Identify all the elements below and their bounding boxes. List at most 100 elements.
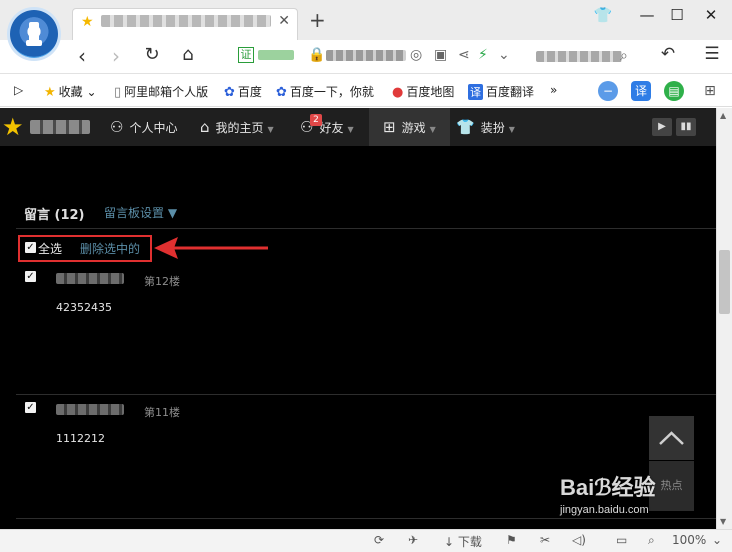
screen-icon[interactable]: ▭ xyxy=(616,533,627,547)
scroll-up-arrow-icon[interactable]: ▲ xyxy=(720,111,726,120)
nav-dress-up[interactable]: 👕 装扮 ▼ xyxy=(456,108,515,146)
tab-title: ■ ■■■ ■■■ ■■■■ ■■■■■ ■■■ xyxy=(101,15,271,27)
bookmark-label: 百度翻译 xyxy=(486,85,535,99)
divider xyxy=(16,518,716,519)
close-window-button[interactable]: ✕ xyxy=(700,6,722,24)
new-tab-button[interactable]: + xyxy=(309,8,326,32)
annotation-arrow xyxy=(154,237,268,259)
scrollbar-thumb[interactable] xyxy=(719,250,730,314)
divider xyxy=(16,228,716,229)
back-to-top-button[interactable] xyxy=(649,416,694,460)
bookmark-baidu-search[interactable]: ✿ 百度一下，你就 xyxy=(276,83,374,100)
maximize-button[interactable]: ☐ xyxy=(666,6,688,24)
browser-logo[interactable] xyxy=(10,10,58,58)
message-author[interactable]: ■■■■■■ xyxy=(56,404,124,415)
message-author[interactable]: ■■■■■■ xyxy=(56,273,124,284)
skin-shirt-icon[interactable]: 👕 xyxy=(592,6,614,24)
nav-friends[interactable]: ⚇ 好友 ▼ 2 xyxy=(300,108,354,146)
bookmark-label: 百度一下，你就 xyxy=(289,85,374,99)
message-body: 1112212 xyxy=(56,432,105,445)
chevron-down-icon: ▼ xyxy=(508,125,515,134)
house-icon: ⌂ xyxy=(200,118,210,136)
scroll-down-arrow-icon[interactable]: ▼ xyxy=(720,517,726,526)
nav-label: 装扮 xyxy=(480,121,505,135)
delete-selected-link[interactable]: 删除选中的 xyxy=(80,240,140,257)
minus-circle-icon[interactable]: − xyxy=(598,81,618,101)
shirt-icon: 👕 xyxy=(456,118,475,136)
message-checkbox[interactable]: ✓ xyxy=(25,402,36,413)
nav-label: 游戏 xyxy=(401,121,426,135)
select-all-label[interactable]: 全选 xyxy=(38,240,62,257)
zoom-icon[interactable]: ⌕ xyxy=(648,533,655,548)
nav-label: 个人中心 xyxy=(129,121,178,135)
address-bar[interactable]: 证 ■■■■■ 🔒 ■■■■■■■■■ ◎ ▣ ⋖ ⚡ ⌄ xyxy=(230,44,520,70)
close-icon[interactable]: ✕ xyxy=(278,13,290,29)
undo-button[interactable]: ↶ xyxy=(656,44,680,64)
image-icon[interactable]: ▣ xyxy=(434,47,447,63)
reader-extension-icon[interactable]: ▤ xyxy=(664,81,684,101)
page-icon: ▯ xyxy=(114,85,122,100)
play-icon[interactable]: ▶ xyxy=(652,118,672,136)
search-input[interactable]: ■■■■■■■■■■ xyxy=(536,51,622,62)
menu-button[interactable]: ☰ xyxy=(700,44,724,64)
chevron-up-icon xyxy=(659,431,684,445)
bookmark-favorites[interactable]: ★ 收藏 ⌄ xyxy=(44,83,97,100)
url-text[interactable]: ■■■■■■■■■ xyxy=(326,50,406,61)
bookmark-aliyun-mail[interactable]: ▯ 阿里邮箱个人版 xyxy=(114,83,208,100)
bookmarks-more-button[interactable]: » xyxy=(550,83,557,97)
page-scrollbar[interactable]: ▲ ▼ xyxy=(716,108,732,529)
chevron-down-icon: ▼ xyxy=(429,125,436,134)
sidebar-toggle-icon[interactable]: ▷ xyxy=(14,83,23,97)
nav-personal-center[interactable]: ⚇ 个人中心 xyxy=(110,108,177,146)
bar-chart-icon[interactable]: ▮▮ xyxy=(676,118,696,136)
bookmark-label: 百度地图 xyxy=(406,85,455,99)
pin-icon[interactable]: ✈ xyxy=(408,533,418,547)
message-board-title: 留言 (12) xyxy=(24,208,85,223)
select-all-checkbox[interactable]: ✓ xyxy=(25,242,36,253)
web-page: ★ ■■■■■■ ⚇个人中心 ⌂我的主页▼ ⚇好友▼ 2 ⊞游戏▼ 👕装扮▼ ▶… xyxy=(0,108,716,529)
speed-icon[interactable]: ⟳ xyxy=(374,533,384,547)
map-pin-icon: ● xyxy=(392,85,404,100)
download-arrow-icon: ↓ xyxy=(444,535,458,549)
volume-icon[interactable]: ◁) xyxy=(572,533,586,547)
back-button[interactable]: ‹ xyxy=(70,44,94,68)
tab-strip: ★ ■ ■■■ ■■■ ■■■■ ■■■■■ ■■■ ✕ + 👕 — ☐ ✕ xyxy=(0,0,732,40)
share-icon[interactable]: ⋖ xyxy=(458,47,470,63)
grid-icon: ⊞ xyxy=(383,118,396,136)
cut-icon[interactable]: ✂ xyxy=(540,533,550,547)
flag-icon[interactable]: ⚑ xyxy=(506,533,517,547)
bookmark-baidu-translate[interactable]: 译百度翻译 xyxy=(468,83,534,100)
security-badge[interactable]: 证 xyxy=(238,47,254,63)
user-name[interactable]: ■■■■■■ xyxy=(30,120,90,134)
lightning-icon[interactable]: ⚡ xyxy=(478,47,488,63)
translate-extension-icon[interactable]: 译 xyxy=(631,81,651,101)
search-box[interactable]: ■■■■■■■■■■ ⌕ xyxy=(528,46,638,68)
forward-button[interactable]: › xyxy=(104,44,128,68)
baidu-paw-icon: ✿ xyxy=(224,85,235,100)
search-icon[interactable]: ⌕ xyxy=(620,48,628,64)
target-icon[interactable]: ◎ xyxy=(410,47,422,63)
minimize-button[interactable]: — xyxy=(636,6,658,24)
message-board-settings-link[interactable]: 留言板设置 ▼ xyxy=(104,204,177,221)
message-checkbox[interactable]: ✓ xyxy=(25,271,36,282)
bookmark-baidu[interactable]: ✿ 百度 xyxy=(224,83,262,100)
nav-label: 我的主页 xyxy=(215,121,264,135)
watermark-main-text: Baiℬ经验 xyxy=(560,475,656,500)
download-button[interactable]: ↓ 下载 xyxy=(444,533,482,550)
browser-tab[interactable]: ★ ■ ■■■ ■■■ ■■■■ ■■■■■ ■■■ ✕ xyxy=(72,8,298,40)
nav-my-homepage[interactable]: ⌂ 我的主页 ▼ xyxy=(200,108,274,146)
zoom-level[interactable]: 100% xyxy=(672,533,706,547)
translate-icon: 译 xyxy=(468,84,483,100)
home-button[interactable]: ⌂ xyxy=(176,44,200,65)
chevron-down-icon: ▼ xyxy=(267,125,274,134)
favorite-star-icon: ★ xyxy=(81,14,94,30)
chevron-down-icon[interactable]: ⌄ xyxy=(498,47,510,63)
bookmarks-bar: ▷ ★ 收藏 ⌄ ▯ 阿里邮箱个人版 ✿ 百度 ✿ 百度一下，你就 ● 百度地图 译百度翻… xyxy=(0,75,732,107)
zoom-dropdown-icon[interactable]: ⌄ xyxy=(712,533,722,547)
nav-games[interactable]: ⊞ 游戏 ▼ xyxy=(369,108,450,146)
bookmark-baidu-map[interactable]: ● 百度地图 xyxy=(392,83,454,100)
status-bar: ⟳ ✈ ↓ 下载 ⚑ ✂ ◁) ▭ ⌕ 100% ⌄ xyxy=(0,529,732,552)
message-floor: 第12楼 xyxy=(144,275,180,288)
apps-grid-icon[interactable]: ⊞ xyxy=(700,81,720,101)
refresh-button[interactable]: ↻ xyxy=(140,44,164,65)
